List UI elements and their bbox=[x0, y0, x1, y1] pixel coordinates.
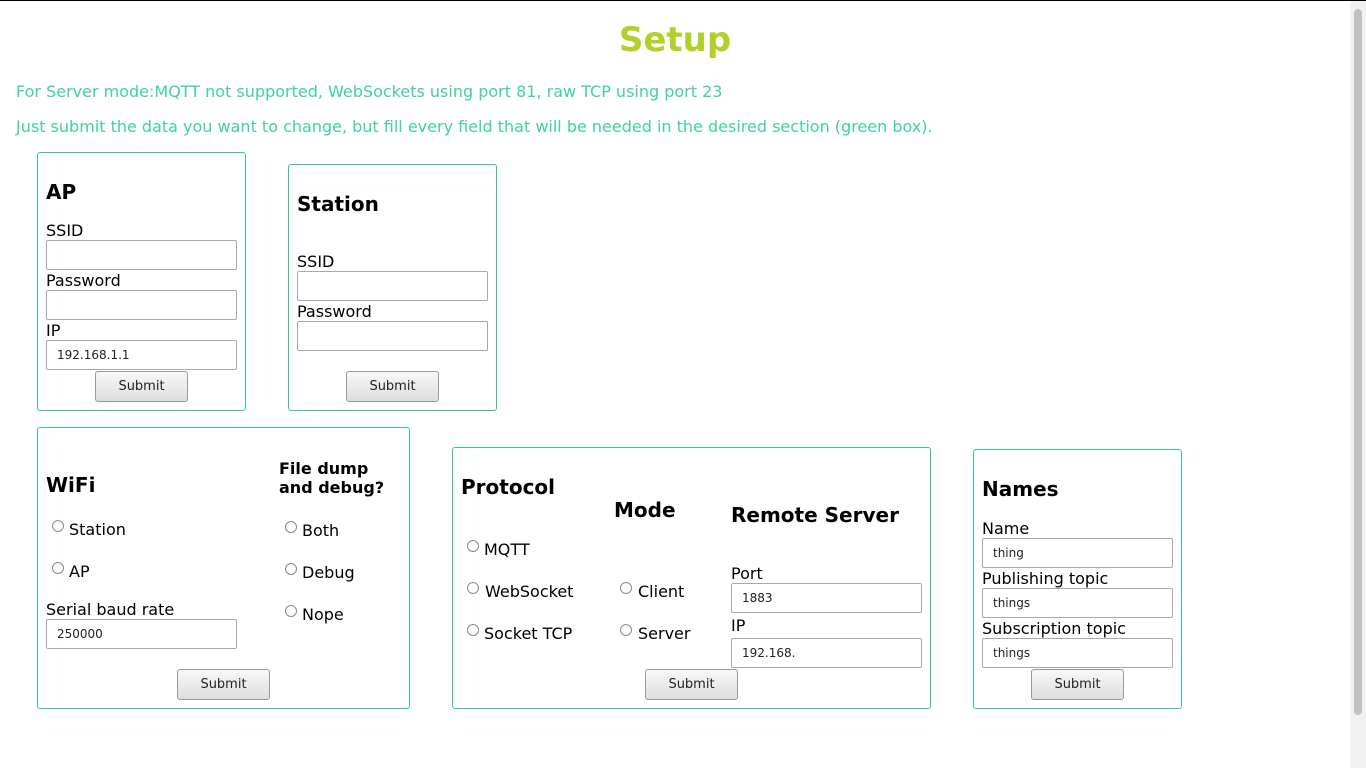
station-section: Station SSID Password Submit bbox=[288, 164, 497, 411]
publishing-topic-label: Publishing topic bbox=[982, 569, 1109, 588]
protocol-mqtt-radio[interactable] bbox=[467, 540, 479, 552]
station-submit-button[interactable]: Submit bbox=[346, 371, 439, 402]
protocol-submit-button[interactable]: Submit bbox=[645, 669, 738, 700]
wifi-submit-button[interactable]: Submit bbox=[177, 669, 270, 700]
ap-submit-button[interactable]: Submit bbox=[95, 371, 188, 402]
ap-password-label: Password bbox=[46, 271, 121, 290]
mode-client-radio[interactable] bbox=[620, 582, 632, 594]
wifi-station-radio[interactable] bbox=[52, 520, 64, 532]
wifi-section: WiFi Station AP Serial baud rate File du… bbox=[37, 427, 410, 709]
protocol-websocket-radio[interactable] bbox=[467, 582, 479, 594]
station-password-input[interactable] bbox=[297, 321, 488, 351]
submit-info: Just submit the data you want to change,… bbox=[16, 117, 933, 136]
file-dump-heading: File dump and debug? bbox=[279, 459, 385, 497]
station-password-label: Password bbox=[297, 302, 372, 321]
protocol-mqtt-label: MQTT bbox=[484, 540, 530, 559]
wifi-ap-label: AP bbox=[69, 562, 90, 581]
top-border bbox=[0, 0, 1366, 1]
wifi-heading: WiFi bbox=[46, 473, 96, 497]
dump-debug-radio[interactable] bbox=[285, 563, 297, 575]
ap-ssid-label: SSID bbox=[46, 221, 84, 240]
vertical-scrollbar[interactable] bbox=[1350, 1, 1366, 768]
wifi-ap-radio[interactable] bbox=[52, 562, 64, 574]
subscription-topic-input[interactable] bbox=[982, 638, 1173, 668]
station-heading: Station bbox=[297, 192, 379, 216]
ap-ssid-input[interactable] bbox=[46, 240, 237, 270]
port-input[interactable] bbox=[731, 583, 922, 613]
mode-server-label: Server bbox=[638, 624, 691, 643]
ap-section: AP SSID Password IP Submit bbox=[37, 152, 246, 411]
port-label: Port bbox=[731, 564, 763, 583]
wifi-station-label: Station bbox=[69, 520, 126, 539]
server-mode-info: For Server mode:MQTT not supported, WebS… bbox=[16, 82, 723, 101]
names-heading: Names bbox=[982, 477, 1059, 501]
mode-heading: Mode bbox=[614, 498, 676, 522]
mode-client-label: Client bbox=[638, 582, 685, 601]
protocol-socket-tcp-radio[interactable] bbox=[467, 624, 479, 636]
remote-server-heading: Remote Server bbox=[731, 503, 899, 527]
dump-nope-radio[interactable] bbox=[285, 605, 297, 617]
protocol-socket-tcp-label: Socket TCP bbox=[484, 624, 573, 643]
protocol-section: Protocol MQTT WebSocket Socket TCP Mode … bbox=[452, 447, 931, 709]
names-section: Names Name Publishing topic Subscription… bbox=[973, 449, 1182, 709]
baud-rate-input[interactable] bbox=[46, 619, 237, 649]
dump-both-label: Both bbox=[302, 521, 340, 540]
publishing-topic-input[interactable] bbox=[982, 588, 1173, 618]
names-submit-button[interactable]: Submit bbox=[1031, 669, 1124, 700]
dump-nope-label: Nope bbox=[302, 605, 344, 624]
ap-ip-input[interactable] bbox=[46, 340, 237, 370]
mode-server-radio[interactable] bbox=[620, 624, 632, 636]
protocol-heading: Protocol bbox=[461, 475, 556, 499]
station-ssid-input[interactable] bbox=[297, 271, 488, 301]
ap-ip-label: IP bbox=[46, 321, 61, 340]
baud-rate-label: Serial baud rate bbox=[46, 600, 175, 619]
protocol-websocket-label: WebSocket bbox=[485, 582, 574, 601]
subscription-topic-label: Subscription topic bbox=[982, 619, 1126, 638]
station-ssid-label: SSID bbox=[297, 252, 335, 271]
page-title: Setup bbox=[618, 20, 732, 60]
name-label: Name bbox=[982, 519, 1030, 538]
remote-ip-input[interactable] bbox=[731, 638, 922, 668]
ap-password-input[interactable] bbox=[46, 290, 237, 320]
name-input[interactable] bbox=[982, 538, 1173, 568]
ap-heading: AP bbox=[46, 180, 77, 204]
remote-ip-label: IP bbox=[731, 616, 746, 635]
dump-both-radio[interactable] bbox=[285, 521, 297, 533]
scrollbar-thumb[interactable] bbox=[1354, 9, 1362, 715]
dump-debug-label: Debug bbox=[302, 563, 355, 582]
